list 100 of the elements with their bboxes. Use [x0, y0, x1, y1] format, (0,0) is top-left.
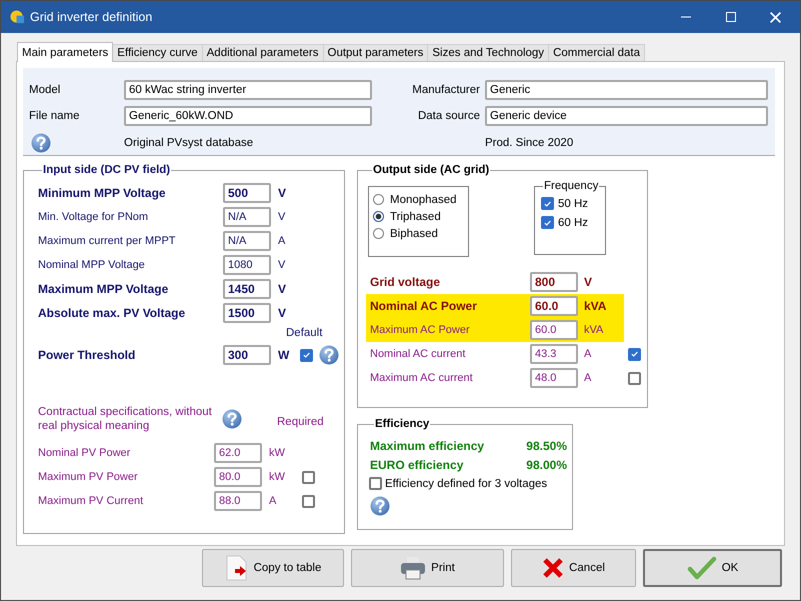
unit-label: V [584, 275, 594, 289]
database-note: Original PVsyst database [124, 137, 254, 149]
option-label: 60 Hz [558, 216, 588, 228]
field-label: Grid voltage [370, 275, 442, 289]
efficiency-value: 98.00% [526, 458, 567, 472]
tab[interactable]: Efficiency curve [112, 44, 203, 61]
efficiency-label: EURO efficiency [370, 458, 464, 472]
input-field[interactable]: 62.0 [214, 443, 262, 463]
input-field[interactable]: 60.0 [530, 320, 578, 340]
contract-note: Contractual specifications, without real physical meaning [38, 405, 213, 433]
field-label: Manufacturer [411, 84, 481, 96]
required-label: Required [277, 415, 325, 428]
efficiency-value: 98.50% [526, 438, 567, 452]
input-field[interactable]: 80.0 [214, 467, 262, 487]
input-field[interactable]: 1080 [223, 255, 271, 275]
unit-label: V [278, 186, 288, 200]
field-label: Maximum current per MPPT [38, 235, 177, 247]
checkbox[interactable] [541, 197, 554, 210]
tab[interactable]: Main parameters [17, 42, 114, 62]
input-field[interactable]: 88.0 [214, 491, 262, 511]
field-label: Nominal AC Power [370, 299, 478, 313]
input-field[interactable]: 500 [223, 183, 271, 203]
sun-icon [10, 10, 25, 24]
maximize-icon [724, 11, 736, 23]
field-label: Maximum PV Power [38, 471, 139, 483]
checkbox[interactable] [302, 470, 315, 484]
default-label: Default [286, 327, 322, 339]
group-title: Output side (AC grid) [372, 164, 490, 176]
field-label: Nominal AC current [370, 348, 466, 360]
checkbox[interactable] [300, 348, 313, 362]
efficiency-label: Maximum efficiency [370, 438, 484, 452]
checkbox[interactable] [628, 372, 641, 384]
field-label: Maximum AC Power [370, 324, 471, 336]
unit-label: kW [269, 447, 286, 459]
help-icon[interactable] [370, 496, 390, 516]
checkmark-icon [686, 556, 717, 580]
unit-label: V [278, 211, 286, 223]
unit-label: kVA [584, 299, 608, 313]
print-button[interactable]: Print [351, 549, 504, 587]
input-field[interactable]: N/A [223, 231, 271, 251]
input-field[interactable]: Generic device [485, 106, 768, 126]
unit-label: A [584, 348, 592, 360]
option-label: 50 Hz [558, 198, 588, 210]
option-label: Efficiency defined for 3 voltages [385, 478, 548, 490]
unit-label: A [269, 495, 278, 507]
field-label: Maximum MPP Voltage [38, 282, 170, 296]
copy-button[interactable]: Copy to table [202, 549, 344, 587]
help-icon[interactable] [222, 409, 242, 429]
unit-label: A [278, 235, 286, 247]
field-label: File name [29, 110, 80, 122]
production-note: Prod. Since 2020 [485, 137, 574, 149]
cancel-button[interactable]: Cancel [511, 549, 636, 587]
unit-label: kVA [584, 324, 604, 336]
radio-button[interactable] [373, 228, 384, 239]
field-label: Maximum PV Current [38, 495, 144, 507]
ok-button[interactable]: OK [643, 549, 782, 587]
input-field[interactable]: N/A [223, 207, 271, 227]
input-field[interactable]: 48.0 [530, 368, 578, 388]
field-label: Nominal MPP Voltage [38, 259, 146, 271]
field-label: Min. Voltage for PNom [38, 211, 150, 223]
option-label: Biphased [390, 228, 438, 240]
field-label: Minimum MPP Voltage [38, 186, 167, 200]
unit-label: kW [269, 471, 286, 483]
input-field[interactable]: 1450 [223, 279, 271, 299]
checkbox[interactable] [541, 216, 554, 229]
help-icon[interactable] [31, 133, 51, 153]
field-label: Maximum AC current [370, 372, 474, 384]
tab[interactable]: Sizes and Technology [427, 44, 550, 61]
radio-button[interactable] [373, 194, 384, 205]
unit-label: A [584, 372, 592, 384]
tab[interactable]: Additional parameters [202, 44, 324, 61]
input-field[interactable]: Generic [485, 80, 768, 100]
input-field[interactable]: Generic_60kW.OND [124, 106, 372, 126]
unit-label: V [278, 282, 288, 296]
printer-icon [400, 556, 426, 580]
unit-label: W [278, 348, 290, 362]
option-label: Triphased [390, 210, 441, 222]
cross-icon [542, 557, 564, 579]
option-label: Monophased [390, 194, 456, 206]
window-title: Grid inverter definition [30, 10, 152, 24]
tab[interactable]: Output parameters [322, 44, 428, 61]
radio-button[interactable] [373, 211, 384, 222]
input-field[interactable]: 800 [530, 272, 578, 292]
input-field[interactable]: 60 kWac string inverter [124, 80, 372, 100]
tab[interactable]: Commercial data [548, 44, 645, 61]
help-icon[interactable] [319, 345, 339, 365]
field-label: Model [29, 84, 62, 96]
unit-label: V [278, 306, 288, 320]
checkbox[interactable] [302, 494, 315, 508]
input-field[interactable]: 60.0 [530, 296, 578, 316]
checkbox[interactable] [369, 477, 382, 490]
checkbox[interactable] [628, 348, 641, 360]
input-field[interactable]: 300 [223, 345, 271, 365]
input-field[interactable]: 1500 [223, 303, 271, 323]
input-field[interactable]: 43.3 [530, 344, 578, 364]
field-label: Absolute max. PV Voltage [38, 306, 186, 320]
field-label: Data source [416, 110, 481, 122]
group-title: Efficiency [374, 418, 430, 430]
close-icon [769, 10, 782, 24]
document-arrow-icon [224, 555, 249, 581]
